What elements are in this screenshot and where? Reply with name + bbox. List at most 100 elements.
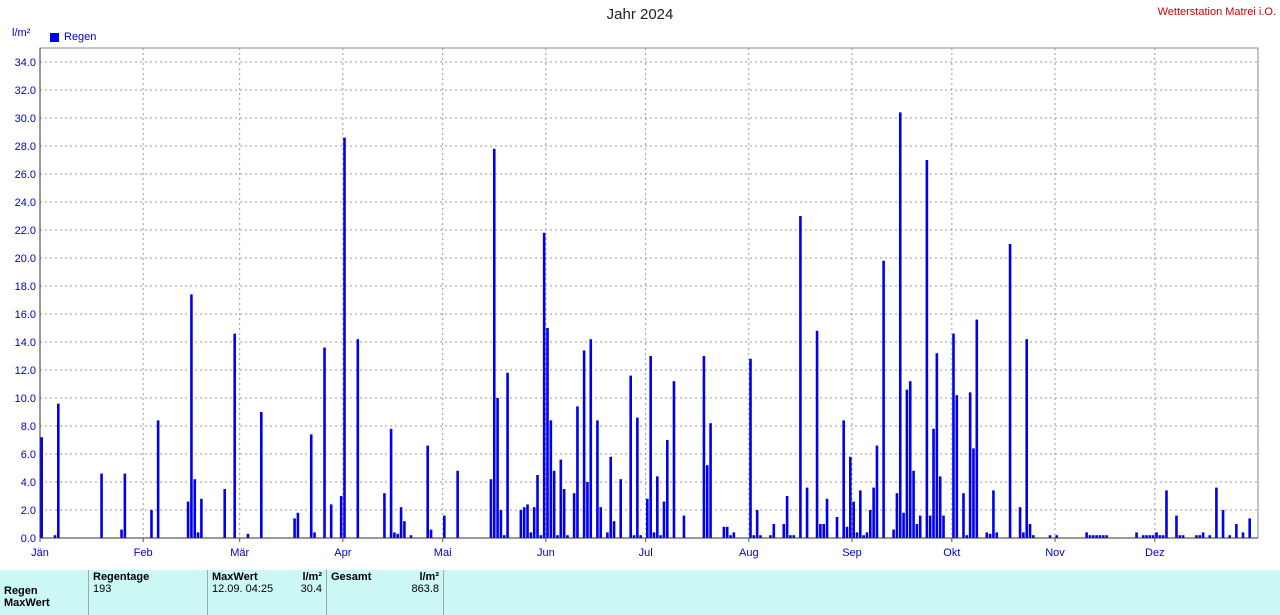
rain-bar bbox=[549, 420, 553, 538]
rain-bar bbox=[822, 524, 826, 538]
rain-bar bbox=[772, 524, 776, 538]
rain-bar bbox=[429, 529, 433, 538]
rain-bar bbox=[492, 148, 496, 539]
rain-bar bbox=[652, 532, 656, 538]
rain-bar bbox=[875, 445, 879, 538]
rain-bar bbox=[562, 489, 566, 538]
rain-bar bbox=[732, 532, 736, 538]
rain-bar bbox=[815, 330, 819, 538]
x-tick-label: Mär bbox=[230, 547, 249, 559]
rain-bar bbox=[636, 417, 639, 538]
rain-bar bbox=[825, 498, 829, 538]
rain-bar bbox=[196, 532, 200, 538]
rain-bar bbox=[329, 504, 333, 538]
maxwert-value: 30.4 bbox=[300, 583, 322, 595]
rain-bar bbox=[572, 493, 576, 538]
rain-bar bbox=[859, 490, 862, 538]
rain-bar bbox=[323, 347, 326, 538]
rain-bar bbox=[725, 526, 729, 538]
x-tick-label: Aug bbox=[739, 547, 759, 559]
rain-bar bbox=[722, 526, 726, 538]
rain-bar bbox=[985, 532, 989, 538]
y-tick-label: 32.0 bbox=[15, 85, 36, 97]
rain-bar bbox=[542, 232, 546, 539]
rain-bar bbox=[849, 456, 852, 538]
plot-area bbox=[39, 47, 1259, 539]
rain-bar bbox=[799, 216, 802, 538]
rain-bar bbox=[1025, 339, 1029, 538]
rain-bar bbox=[596, 420, 599, 538]
rain-bar bbox=[819, 524, 822, 538]
rain-bar bbox=[552, 470, 556, 538]
rain-bar bbox=[499, 510, 503, 538]
rain-bar bbox=[968, 392, 972, 538]
rain-bar bbox=[702, 356, 706, 538]
rain-bar bbox=[1235, 524, 1238, 538]
rain-bar bbox=[895, 493, 899, 538]
y-tick-label: 18.0 bbox=[15, 281, 36, 293]
stats-row-labels: Regen MaxWert bbox=[0, 570, 89, 615]
rain-bar bbox=[383, 493, 386, 538]
rain-bar bbox=[519, 510, 523, 538]
rain-bar bbox=[1248, 518, 1251, 538]
rain-bar bbox=[892, 529, 895, 538]
rain-bar bbox=[403, 521, 406, 538]
rain-bar bbox=[443, 515, 446, 538]
rain-bar bbox=[186, 501, 190, 538]
rain-bar bbox=[782, 524, 786, 538]
y-tick-label: 20.0 bbox=[15, 253, 36, 265]
rain-bar bbox=[898, 112, 902, 539]
rain-bar bbox=[629, 375, 632, 538]
rain-chart: 0.0 2.0 4.0 6.0 8.0 10.0 12.0 14.0 16.0 18.0 20.0 2… bbox=[15, 47, 1259, 559]
rain-bar bbox=[309, 434, 313, 538]
rain-bar bbox=[666, 440, 669, 538]
rain-bar bbox=[156, 420, 160, 538]
rain-bar bbox=[928, 515, 932, 538]
x-tick-label: Jun bbox=[537, 547, 555, 559]
rain-bar bbox=[915, 524, 919, 538]
y-tick-label: 22.0 bbox=[15, 225, 36, 237]
gesamt-header: Gesamt bbox=[331, 571, 372, 583]
x-tick-label: Okt bbox=[943, 547, 960, 559]
rain-bar bbox=[426, 445, 429, 538]
rain-bar bbox=[845, 526, 849, 538]
rain-bar bbox=[389, 428, 393, 538]
rain-bar bbox=[749, 358, 752, 538]
rain-bar bbox=[672, 381, 676, 538]
rain-bar bbox=[975, 319, 979, 538]
rain-bar bbox=[1221, 510, 1225, 538]
rain-bar bbox=[1215, 487, 1218, 538]
rain-bar bbox=[586, 482, 589, 538]
x-tick-label: Nov bbox=[1045, 547, 1065, 559]
rain-bar bbox=[952, 333, 955, 538]
rain-bar bbox=[1135, 532, 1138, 538]
stats-regentage: Regentage 193 bbox=[88, 570, 208, 615]
rain-bar bbox=[233, 333, 236, 538]
rain-bar bbox=[57, 403, 60, 538]
rain-bar bbox=[526, 504, 529, 538]
rain-bar bbox=[339, 496, 343, 538]
grid bbox=[39, 47, 1259, 539]
rain-bar bbox=[1201, 532, 1205, 538]
rain-bar bbox=[972, 448, 975, 538]
y-tick-label: 16.0 bbox=[15, 309, 36, 321]
y-tick-label: 34.0 bbox=[15, 57, 36, 69]
rain-bar bbox=[869, 510, 872, 538]
y-tick-label: 30.0 bbox=[15, 113, 36, 125]
x-tick-label: Mai bbox=[434, 547, 452, 559]
rain-bar bbox=[612, 521, 616, 538]
rain-bar bbox=[496, 398, 499, 538]
rain-bar bbox=[935, 353, 939, 538]
y-tick-label: 0.0 bbox=[21, 533, 36, 545]
rain-bar bbox=[40, 437, 43, 538]
rain-bar bbox=[785, 496, 789, 538]
rain-bar bbox=[190, 294, 193, 538]
regentage-header: Regentage bbox=[93, 571, 150, 583]
rain-bar bbox=[1022, 532, 1025, 538]
x-tick-label: Jän bbox=[31, 547, 49, 559]
rain-bar bbox=[246, 533, 250, 538]
rain-bar bbox=[805, 487, 809, 538]
rain-bar bbox=[343, 137, 346, 538]
rain-bar bbox=[609, 456, 613, 538]
row-label-regen: Regen bbox=[4, 585, 38, 597]
